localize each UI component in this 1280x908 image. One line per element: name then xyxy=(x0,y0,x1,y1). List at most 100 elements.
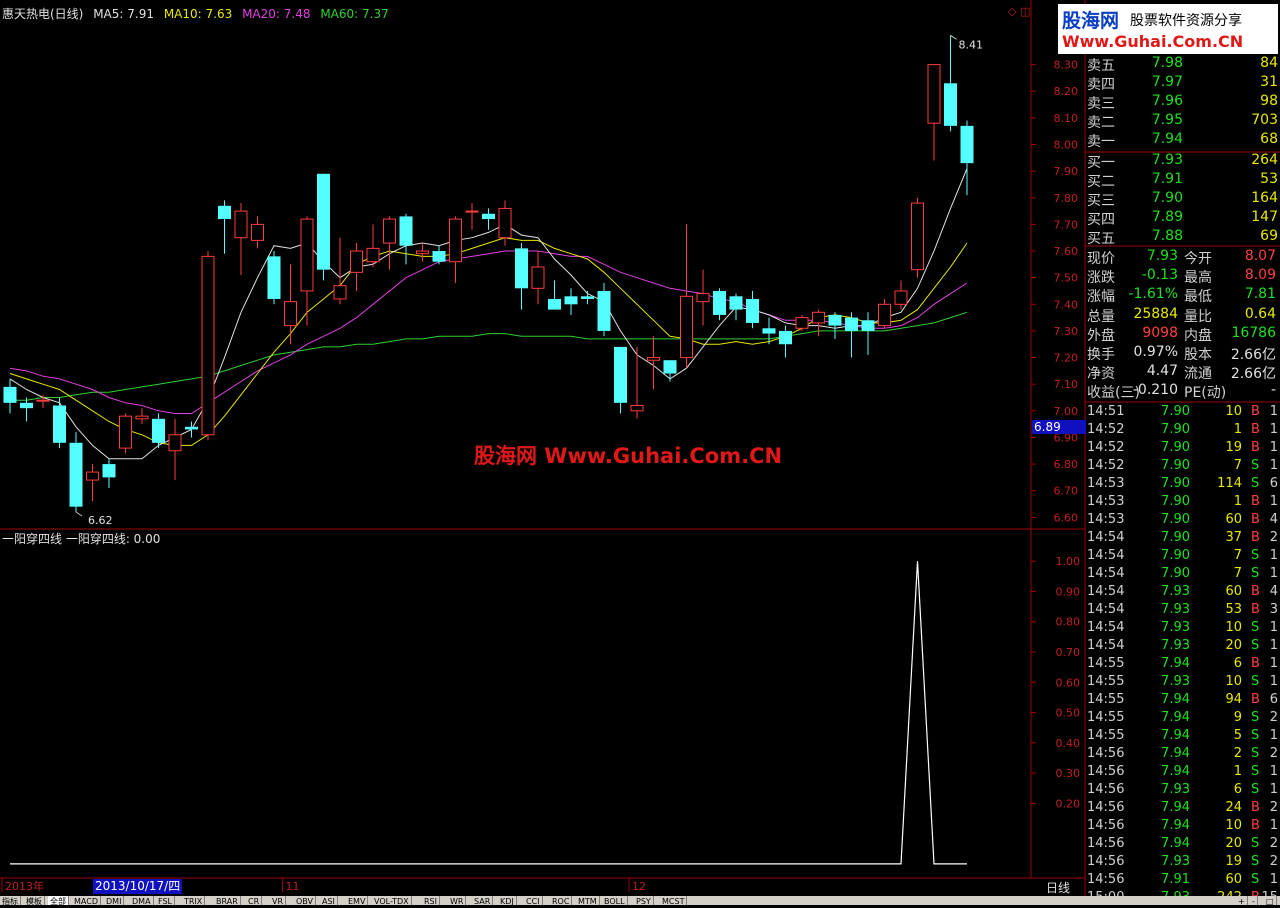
orderbook-row[interactable]: 买三 7.90 164 xyxy=(1086,190,1278,209)
tick-row[interactable]: 14:51 7.90 10 B 1 xyxy=(1086,404,1280,422)
orderbook-level: 卖五 xyxy=(1087,58,1115,74)
candle-body xyxy=(366,247,380,263)
tick-row[interactable]: 14:54 7.90 7 S 1 xyxy=(1086,566,1280,584)
orderbook-row[interactable]: 买五 7.88 69 xyxy=(1086,228,1278,247)
tick-row[interactable]: 14:54 7.93 20 S 1 xyxy=(1086,638,1280,656)
tab-indicator[interactable]: WR xyxy=(448,896,467,905)
tick-count: 1 xyxy=(1269,764,1278,779)
tick-row[interactable]: 14:56 7.94 10 B 1 xyxy=(1086,818,1280,836)
stat-value: 2.66亿 xyxy=(1230,347,1276,363)
tick-row[interactable]: 14:55 7.93 10 S 1 xyxy=(1086,674,1280,692)
orderbook-row[interactable]: 卖二 7.95 703 xyxy=(1086,112,1278,131)
period-label[interactable]: 日线 xyxy=(1046,879,1070,896)
tab-indicator[interactable]: VR xyxy=(270,896,287,905)
stat-label: 总量 xyxy=(1087,308,1115,325)
orderbook-row[interactable]: 卖一 7.94 68 xyxy=(1086,131,1278,150)
tab-indicator[interactable]: BRAR xyxy=(214,896,241,905)
tab-indicator[interactable]: 模板 xyxy=(24,896,45,905)
tab-indicator[interactable]: MACD xyxy=(72,896,101,905)
tick-row[interactable]: 14:56 7.93 19 S 2 xyxy=(1086,854,1280,872)
tab-indicator[interactable]: CR xyxy=(246,896,263,905)
tab-indicator[interactable]: FSL xyxy=(156,896,175,905)
candle-body xyxy=(515,248,528,289)
tab-indicator[interactable]: ASI xyxy=(320,896,338,905)
orderbook-price: 7.88 xyxy=(1151,228,1183,244)
tab-indicator[interactable]: TRIX xyxy=(182,896,206,905)
ma60-line xyxy=(10,311,968,401)
orderbook-row[interactable]: 卖五 7.98 84 xyxy=(1086,55,1278,74)
tick-row[interactable]: 14:55 7.94 5 S 1 xyxy=(1086,728,1280,746)
tick-row[interactable]: 14:54 7.90 7 S 1 xyxy=(1086,548,1280,566)
tick-row[interactable]: 14:54 7.93 53 B 3 xyxy=(1086,602,1280,620)
tick-row[interactable]: 14:56 7.93 6 S 1 xyxy=(1086,782,1280,800)
tick-price: 7.94 xyxy=(1161,800,1190,815)
tab-indicator[interactable]: MCST xyxy=(660,896,688,905)
tick-row[interactable]: 14:54 7.93 10 S 1 xyxy=(1086,620,1280,638)
orderbook-level: 买一 xyxy=(1087,155,1115,171)
orderbook-row[interactable]: 买一 7.93 264 xyxy=(1086,152,1278,171)
orderbook-level: 买五 xyxy=(1087,231,1115,247)
orderbook-row[interactable]: 买四 7.89 147 xyxy=(1086,209,1278,228)
tab-indicator[interactable]: VOL-TDX xyxy=(372,896,412,905)
tick-row[interactable]: 14:53 7.90 1 B 1 xyxy=(1086,494,1280,512)
tab-indicator[interactable]: EMV xyxy=(346,896,369,905)
candle-body xyxy=(498,207,512,239)
tick-row[interactable]: 14:52 7.90 19 B 1 xyxy=(1086,440,1280,458)
tick-row[interactable]: 14:52 7.90 1 B 1 xyxy=(1086,422,1280,440)
tab-indicator[interactable]: 全部 xyxy=(48,896,69,905)
tab-indicator[interactable]: SAR xyxy=(472,896,494,905)
tick-row[interactable]: 14:55 7.94 9 S 2 xyxy=(1086,710,1280,728)
tab-indicator[interactable]: KDJ xyxy=(498,896,517,905)
tick-row[interactable]: 14:54 7.90 37 B 2 xyxy=(1086,530,1280,548)
tick-volume: 114 xyxy=(1217,476,1242,491)
scroll-control-button[interactable]: + xyxy=(1236,896,1248,905)
tick-price: 7.93 xyxy=(1161,782,1190,797)
orderbook-row[interactable]: 买二 7.91 53 xyxy=(1086,171,1278,190)
candle-body xyxy=(234,210,248,239)
tick-row[interactable]: 14:56 7.94 20 S 2 xyxy=(1086,836,1280,854)
tick-price: 7.94 xyxy=(1161,818,1190,833)
candle-body xyxy=(119,415,132,449)
scroll-control-button[interactable]: □ xyxy=(1264,896,1277,905)
candle xyxy=(911,197,924,278)
tab-indicator[interactable]: ROC xyxy=(550,896,573,905)
tab-indicator[interactable]: RSI xyxy=(422,896,440,905)
price-tick-label: 8.00 xyxy=(1054,139,1079,152)
indicator-line xyxy=(10,561,967,865)
tick-row[interactable]: 14:56 7.91 60 S 1 xyxy=(1086,872,1280,890)
tick-row[interactable]: 14:55 7.94 94 B 6 xyxy=(1086,692,1280,710)
window-icons[interactable]: ◇ ◫ xyxy=(1008,5,1030,18)
candle xyxy=(944,35,957,132)
orderbook-row[interactable]: 卖三 7.96 98 xyxy=(1086,93,1278,112)
scroll-control-button[interactable]: - xyxy=(1250,896,1258,905)
tick-side: S xyxy=(1251,836,1260,851)
candle xyxy=(713,288,726,321)
candle xyxy=(201,251,215,441)
tab-indicator[interactable]: PSY xyxy=(634,896,654,905)
tab-indicator[interactable]: BOLL xyxy=(602,896,628,905)
tick-price: 7.93 xyxy=(1161,602,1190,617)
orderbook-row[interactable]: 卖四 7.97 31 xyxy=(1086,74,1278,93)
orderbook-volume: 703 xyxy=(1251,112,1278,128)
orderbook-price: 7.89 xyxy=(1151,209,1183,225)
stat-value: 7.81 xyxy=(1244,286,1276,303)
tab-indicator[interactable]: CCI xyxy=(524,896,543,905)
tab-indicator[interactable]: DMA xyxy=(130,896,154,905)
tick-row[interactable]: 14:56 7.94 1 S 1 xyxy=(1086,764,1280,782)
tick-row[interactable]: 14:55 7.94 6 B 1 xyxy=(1086,656,1280,674)
tab-indicator[interactable]: 指标 xyxy=(0,896,21,905)
tick-row[interactable]: 14:54 7.93 60 B 4 xyxy=(1086,584,1280,602)
tick-row[interactable]: 14:52 7.90 7 S 1 xyxy=(1086,458,1280,476)
tab-indicator[interactable]: OBV xyxy=(294,896,317,905)
tick-row[interactable]: 14:53 7.90 114 S 6 xyxy=(1086,476,1280,494)
stat-label: 现价 xyxy=(1087,251,1115,267)
tick-row[interactable]: 14:56 7.94 24 B 2 xyxy=(1086,800,1280,818)
tick-volume: 5 xyxy=(1233,728,1242,743)
candle xyxy=(465,203,479,230)
candle xyxy=(251,216,264,249)
tick-row[interactable]: 14:56 7.94 2 S 2 xyxy=(1086,746,1280,764)
tab-indicator[interactable]: DMI xyxy=(104,896,125,905)
tab-indicator[interactable]: MTM xyxy=(576,896,600,905)
tick-row[interactable]: 14:53 7.90 60 B 4 xyxy=(1086,512,1280,530)
candle-body xyxy=(333,285,347,300)
